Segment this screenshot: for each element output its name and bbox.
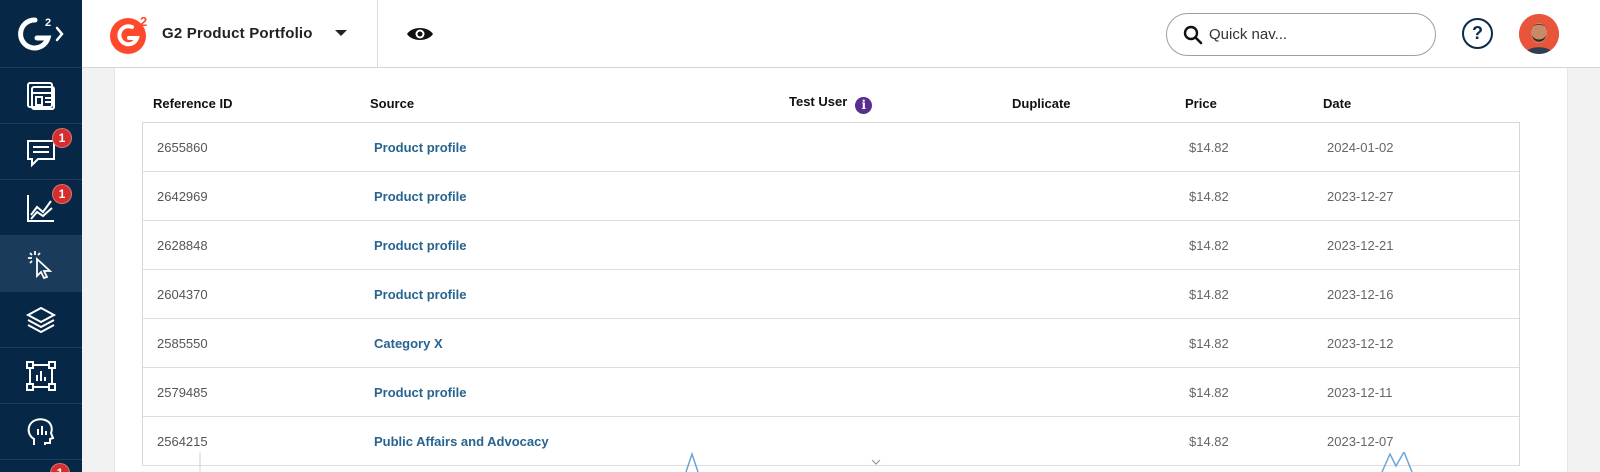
cell-date: 2023-12-21 — [1327, 238, 1394, 253]
cell-date: 2024-01-02 — [1327, 140, 1394, 155]
table-row: 2585550 Category X $14.82 2023-12-12 — [143, 319, 1519, 368]
svg-text:2: 2 — [45, 17, 51, 29]
cell-price: $14.82 — [1189, 238, 1229, 253]
sidebar-bottom-badge: 1 — [50, 463, 70, 472]
leads-panel: Reference ID Source Test User i Duplicate… — [114, 68, 1568, 472]
cell-price: $14.82 — [1189, 189, 1229, 204]
cell-reference-id: 2642969 — [157, 189, 208, 204]
column-date: Date — [1323, 96, 1352, 111]
layers-icon — [25, 306, 57, 333]
chevron-down-icon[interactable] — [334, 28, 348, 38]
cell-source-link[interactable]: Product profile — [374, 238, 466, 253]
sidebar-item-buyer-intent[interactable] — [0, 236, 82, 292]
cell-reference-id: 2604370 — [157, 287, 208, 302]
cell-source-link[interactable]: Product profile — [374, 385, 466, 400]
analytics-badge: 1 — [52, 184, 72, 204]
g2-logo-icon: 2 — [18, 17, 64, 50]
product-name: G2 Product Portfolio — [162, 25, 313, 42]
g2-orange-logo-icon: 2 — [110, 14, 147, 54]
cell-price: $14.82 — [1189, 385, 1229, 400]
sidebar-item-reports[interactable] — [0, 348, 82, 404]
sidebar-item-analytics[interactable]: 1 — [0, 180, 82, 236]
logo-superscript: 2 — [140, 14, 147, 29]
cell-price: $14.82 — [1189, 287, 1229, 302]
avatar-photo — [1519, 14, 1559, 54]
table-row: 2604370 Product profile $14.82 2023-12-1… — [143, 270, 1519, 319]
column-duplicate: Duplicate — [1012, 96, 1071, 111]
cell-date: 2023-12-16 — [1327, 287, 1394, 302]
cell-date: 2023-12-27 — [1327, 189, 1394, 204]
cell-date: 2023-12-12 — [1327, 336, 1394, 351]
search-icon — [1183, 25, 1203, 44]
table-row: 2628848 Product profile $14.82 2023-12-2… — [143, 221, 1519, 270]
cell-reference-id: 2655860 — [157, 140, 208, 155]
cell-source-link[interactable]: Product profile — [374, 189, 466, 204]
table-row: 2564215 Public Affairs and Advocacy $14.… — [143, 417, 1519, 466]
preview-eye-button[interactable] — [404, 22, 436, 46]
eye-icon — [407, 28, 433, 40]
help-question-icon: ? — [1472, 23, 1483, 43]
cell-source-link[interactable]: Public Affairs and Advocacy — [374, 434, 549, 449]
help-button[interactable]: ? — [1462, 18, 1493, 49]
g2-brand-logo: 2 — [108, 12, 152, 56]
quick-nav-search[interactable] — [1166, 13, 1436, 56]
cell-reference-id: 2628848 — [157, 238, 208, 253]
top-header: 2 G2 Product Portfolio ? — [82, 0, 1600, 68]
sidebar-item-messages[interactable]: 1 — [0, 124, 82, 180]
cell-reference-id: 2585550 — [157, 336, 208, 351]
cell-source-link[interactable]: Product profile — [374, 140, 466, 155]
messages-badge: 1 — [52, 128, 72, 148]
table-row: 2642969 Product profile $14.82 2023-12-2… — [143, 172, 1519, 221]
column-price: Price — [1185, 96, 1217, 111]
report-frame-icon — [26, 360, 56, 391]
leads-table: 2655860 Product profile $14.82 2024-01-0… — [142, 122, 1520, 466]
sidebar: 2 1 1 — [0, 0, 82, 472]
cell-date: 2023-12-11 — [1327, 385, 1393, 400]
table-row: 2655860 Product profile $14.82 2024-01-0… — [143, 123, 1519, 172]
cell-source-link[interactable]: Product profile — [374, 287, 466, 302]
dashboard-icon — [27, 81, 55, 110]
quick-nav-input[interactable] — [1209, 26, 1409, 43]
head-insight-icon — [27, 417, 55, 445]
sidebar-item-products[interactable] — [0, 292, 82, 348]
sidebar-item-insights[interactable] — [0, 404, 82, 460]
column-reference-id: Reference ID — [153, 96, 233, 111]
cell-price: $14.82 — [1189, 140, 1229, 155]
user-avatar[interactable] — [1519, 14, 1559, 54]
cell-price: $14.82 — [1189, 434, 1229, 449]
product-selector[interactable]: 2 G2 Product Portfolio — [82, 0, 378, 67]
info-icon[interactable]: i — [855, 96, 873, 114]
column-source: Source — [370, 96, 415, 111]
table-header: Reference ID Source Test User i Duplicate… — [143, 90, 1519, 118]
sidebar-item-dashboard[interactable] — [0, 68, 82, 124]
column-test-user-label: Test User — [789, 94, 848, 109]
cell-reference-id: 2579485 — [157, 385, 208, 400]
column-test-user: Test User i — [789, 94, 873, 114]
cell-source-link[interactable]: Category X — [374, 336, 443, 351]
sidebar-logo-toggle[interactable]: 2 — [0, 0, 82, 68]
table-row: 2579485 Product profile $14.82 2023-12-1… — [143, 368, 1519, 417]
cell-date: 2023-12-07 — [1327, 434, 1394, 449]
cell-price: $14.82 — [1189, 336, 1229, 351]
cursor-click-icon — [28, 250, 53, 279]
cell-reference-id: 2564215 — [157, 434, 208, 449]
